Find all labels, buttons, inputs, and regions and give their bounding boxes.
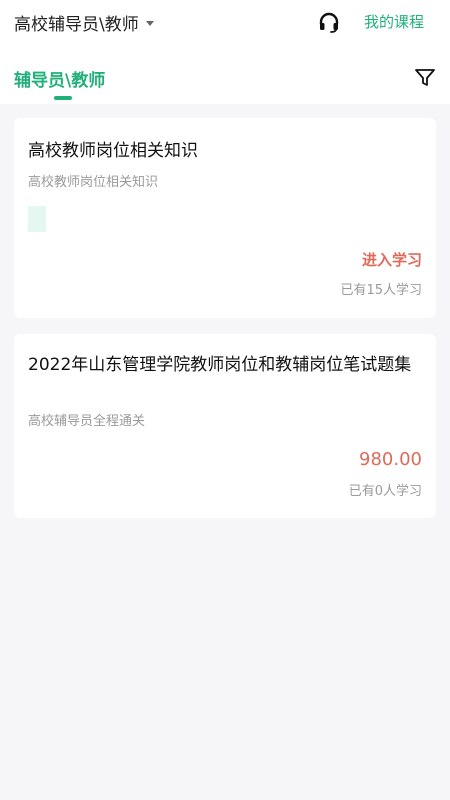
course-subtitle: 高校教师岗位相关知识 (28, 175, 159, 190)
course-price: 980.00 (359, 449, 422, 470)
filter-icon[interactable] (414, 68, 436, 88)
headset-icon[interactable] (317, 10, 341, 34)
course-title: 2022年山东管理学院教师岗位和教辅岗位笔试题集 (28, 355, 412, 375)
course-subtitle: 高校辅导员全程通关 (28, 414, 146, 429)
course-thumbnail (28, 206, 46, 232)
course-card[interactable]: 高校教师岗位相关知识 高校教师岗位相关知识 进入学习 已有15人学习 (14, 118, 436, 318)
course-title: 高校教师岗位相关知识 (28, 141, 198, 161)
learner-count: 已有0人学习 (348, 484, 422, 499)
category-label: 高校辅导员\教师 (14, 14, 139, 35)
header: 高校辅导员\教师 我的课程 辅导员\教师 (0, 0, 450, 104)
category-selector[interactable]: 高校辅导员\教师 (14, 9, 154, 35)
enter-learning-button[interactable]: 进入学习 (362, 249, 422, 270)
tab-label: 辅导员\教师 (14, 71, 106, 91)
tab-indicator (54, 96, 72, 100)
course-card[interactable]: 2022年山东管理学院教师岗位和教辅岗位笔试题集 高校辅导员全程通关 980.0… (14, 334, 436, 518)
tab-counselor-teacher[interactable]: 辅导员\教师 (14, 66, 106, 100)
caret-down-icon (145, 20, 154, 26)
top-bar: 高校辅导员\教师 我的课程 (0, 0, 450, 44)
my-courses-link[interactable]: 我的课程 (364, 11, 424, 32)
learner-count: 已有15人学习 (340, 283, 422, 298)
